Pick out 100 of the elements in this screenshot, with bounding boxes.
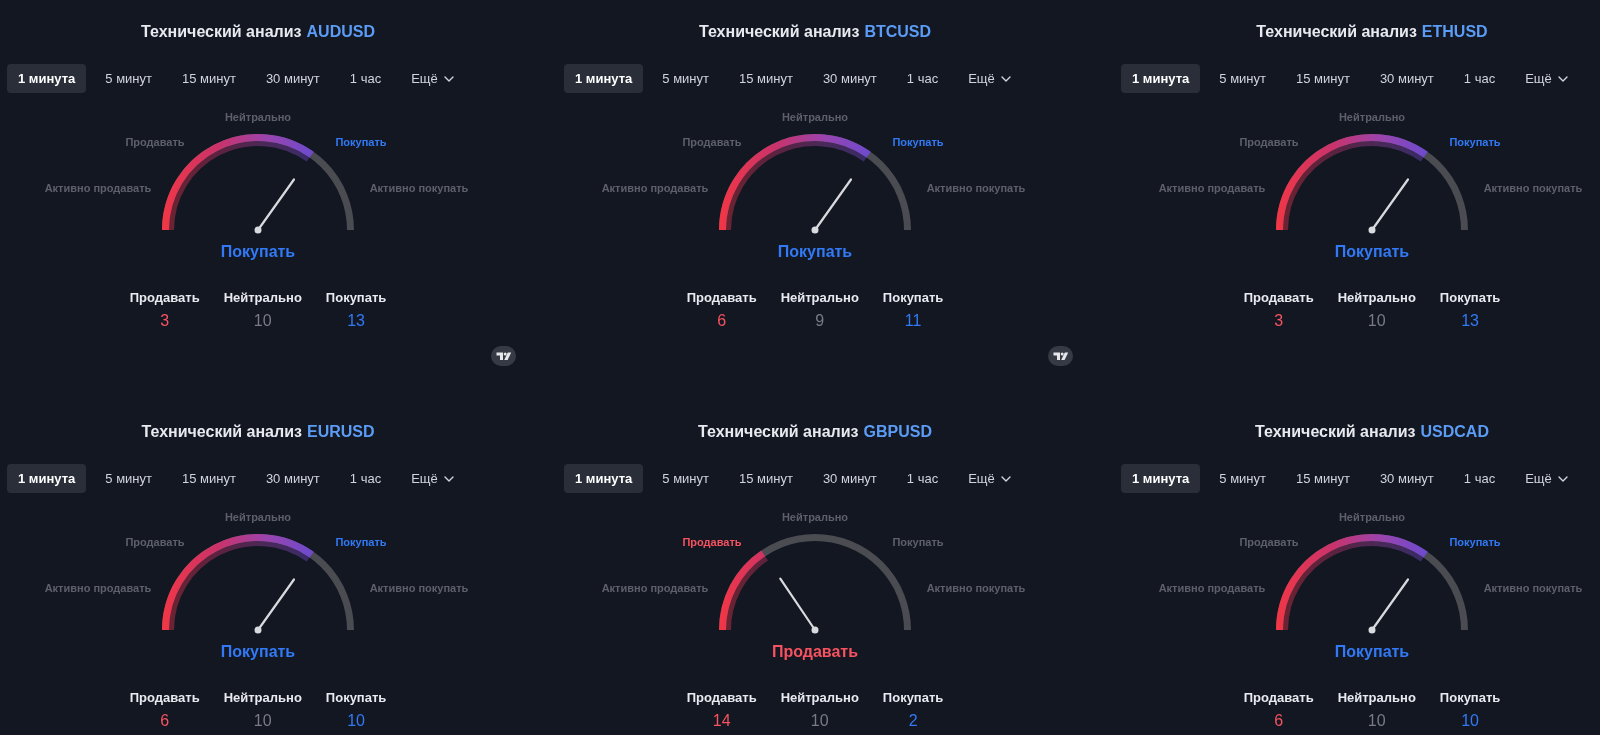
chevron-down-icon xyxy=(1557,75,1568,82)
gauge-label: Активно покупать xyxy=(1483,581,1583,595)
summary-signal: Покупать xyxy=(1334,242,1410,262)
widget-title: Технический анализ xyxy=(141,422,302,442)
gauge-label: Нейтрально xyxy=(1338,110,1406,124)
more-dropdown[interactable]: Ещё xyxy=(400,464,465,493)
more-dropdown[interactable]: Ещё xyxy=(957,464,1022,493)
interval-tab[interactable]: 15 минут xyxy=(1285,464,1361,493)
interval-tab[interactable]: 1 минута xyxy=(564,64,644,93)
symbol-link[interactable]: AUDUSD xyxy=(306,22,375,42)
gauge-label: Продавать xyxy=(1239,135,1299,149)
counter-label: Нейтрально xyxy=(223,290,302,306)
gauge-label: Нейтрально xyxy=(1338,510,1406,524)
interval-tab[interactable]: 30 минут xyxy=(811,464,888,493)
counter-value: 3 xyxy=(1274,311,1284,331)
chevron-down-icon xyxy=(1000,75,1011,82)
interval-tab[interactable]: 1 час xyxy=(895,464,950,493)
counter-value: 9 xyxy=(815,311,825,331)
interval-tab[interactable]: 15 минут xyxy=(171,464,247,493)
gauge-label: Покупать xyxy=(335,135,387,149)
gauge-label: Покупать xyxy=(892,135,944,149)
symbol-link[interactable]: EURUSD xyxy=(306,422,375,442)
widget-title: Технический анализ xyxy=(698,422,859,442)
counter-value: 10 xyxy=(1461,711,1479,731)
interval-tab[interactable]: 5 минут xyxy=(651,464,720,493)
summary-signal: Покупать xyxy=(220,242,296,262)
interval-tab[interactable]: 15 минут xyxy=(171,64,247,93)
interval-tab[interactable]: 5 минут xyxy=(94,64,163,93)
counter-value: 10 xyxy=(347,711,365,731)
counter-label: Покупать xyxy=(325,690,387,706)
counter-value: 6 xyxy=(160,711,170,731)
counter-label: Нейтрально xyxy=(1337,290,1416,306)
counter-value: 13 xyxy=(1461,311,1479,331)
gauge-label: Активно покупать xyxy=(926,181,1026,195)
interval-tab[interactable]: 1 час xyxy=(895,64,950,93)
widget-title: Технический анализ xyxy=(1255,422,1416,442)
counter-label: Продавать xyxy=(1243,690,1314,706)
interval-tab[interactable]: 15 минут xyxy=(728,64,804,93)
widget-title: Технический анализ xyxy=(698,22,860,42)
counter-label: Продавать xyxy=(686,690,757,706)
counter-value: 3 xyxy=(160,311,170,331)
gauge-label: Активно продавать xyxy=(1158,581,1266,595)
interval-tab[interactable]: 1 час xyxy=(338,64,393,93)
counter-value: 6 xyxy=(1274,711,1284,731)
symbol-link[interactable]: USDCAD xyxy=(1420,422,1489,442)
counter-label: Нейтрально xyxy=(780,290,859,306)
interval-tab[interactable]: 1 час xyxy=(338,464,393,493)
interval-tab[interactable]: 1 минута xyxy=(1121,64,1201,93)
summary-signal: Продавать xyxy=(771,642,859,662)
interval-tab[interactable]: 30 минут xyxy=(1368,464,1445,493)
counter-label: Продавать xyxy=(129,690,200,706)
interval-tab[interactable]: 5 минут xyxy=(1208,64,1277,93)
gauge-label: Активно покупать xyxy=(1483,181,1583,195)
chevron-down-icon xyxy=(443,75,454,82)
more-dropdown[interactable]: Ещё xyxy=(400,64,465,93)
more-dropdown[interactable]: Ещё xyxy=(1514,64,1579,93)
gauge-label: Нейтрально xyxy=(224,110,292,124)
interval-tab[interactable]: 30 минут xyxy=(254,464,331,493)
counter-label: Продавать xyxy=(686,290,757,306)
counter-label: Нейтрально xyxy=(780,690,859,706)
gauge-label: Нейтрально xyxy=(781,110,849,124)
interval-tab[interactable]: 30 минут xyxy=(254,64,331,93)
counter-value: 10 xyxy=(253,711,272,731)
gauge-label: Продавать xyxy=(682,535,742,549)
logo-icon[interactable] xyxy=(1048,346,1073,366)
interval-tab[interactable]: 5 минут xyxy=(651,64,720,93)
interval-tab[interactable]: 1 минута xyxy=(1121,464,1201,493)
interval-tab[interactable]: 1 час xyxy=(1452,64,1507,93)
interval-tab[interactable]: 30 минут xyxy=(1368,64,1445,93)
counter-value: 6 xyxy=(717,311,727,331)
gauge-label: Продавать xyxy=(1239,535,1299,549)
more-dropdown[interactable]: Ещё xyxy=(1514,464,1579,493)
gauge-label: Покупать xyxy=(1449,535,1501,549)
logo-icon[interactable] xyxy=(491,346,516,366)
gauge-label: Активно продавать xyxy=(44,581,152,595)
more-dropdown[interactable]: Ещё xyxy=(957,64,1022,93)
gauge-label: Активно продавать xyxy=(601,581,709,595)
interval-tab[interactable]: 1 минута xyxy=(7,64,87,93)
interval-tab[interactable]: 5 минут xyxy=(1208,464,1277,493)
symbol-link[interactable]: BTCUSD xyxy=(864,22,932,42)
gauge-label: Активно продавать xyxy=(44,181,152,195)
gauge-label: Активно покупать xyxy=(369,581,469,595)
interval-tab[interactable]: 15 минут xyxy=(728,464,804,493)
interval-tab[interactable]: 30 минут xyxy=(811,64,888,93)
interval-tab[interactable]: 1 час xyxy=(1452,464,1507,493)
symbol-link[interactable]: ETHUSD xyxy=(1421,22,1488,42)
interval-tab[interactable]: 5 минут xyxy=(94,464,163,493)
counter-value: 10 xyxy=(810,711,829,731)
counter-label: Продавать xyxy=(1243,290,1314,306)
gauge-label: Покупать xyxy=(1449,135,1501,149)
counter-label: Покупать xyxy=(882,290,944,306)
counter-value: 10 xyxy=(1367,711,1386,731)
interval-tab[interactable]: 15 минут xyxy=(1285,64,1361,93)
interval-tab[interactable]: 1 минута xyxy=(7,464,87,493)
counter-value: 13 xyxy=(347,311,365,331)
counter-label: Покупать xyxy=(1439,290,1501,306)
symbol-link[interactable]: GBPUSD xyxy=(863,422,932,442)
interval-tab[interactable]: 1 минута xyxy=(564,464,644,493)
gauge-label: Активно продавать xyxy=(1158,181,1266,195)
gauge-label: Продавать xyxy=(125,535,185,549)
